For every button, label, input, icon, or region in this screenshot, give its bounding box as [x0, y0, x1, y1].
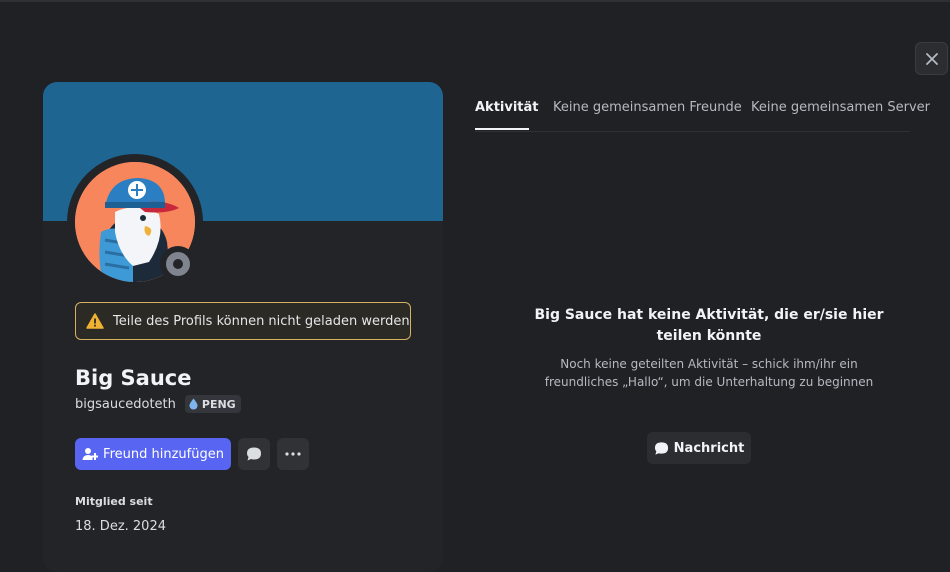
profile-card: Teile des Profils können nicht geladen w…: [43, 82, 443, 572]
username-row: bigsaucedoteth PENG: [75, 395, 241, 413]
profile-tabs: Aktivität Keine gemeinsamen Freunde Kein…: [475, 100, 930, 132]
warning-icon: [86, 313, 104, 329]
status-indicator: [160, 246, 196, 282]
chat-bubble-icon: [654, 441, 669, 456]
member-since-label: Mitglied seit: [75, 495, 153, 508]
more-icon: [285, 452, 301, 456]
message-button[interactable]: [238, 438, 270, 470]
profile-load-warning: Teile des Profils können nicht geladen w…: [75, 302, 411, 340]
username[interactable]: bigsaucedoteth: [75, 397, 176, 412]
window-top-border: [0, 0, 950, 2]
more-options-button[interactable]: [277, 438, 309, 470]
empty-state-subtitle: Noch keine geteilten Aktivität – schick …: [544, 357, 874, 389]
close-button[interactable]: [915, 42, 948, 75]
add-friend-label: Freund hinzufügen: [103, 446, 224, 462]
warning-text: Teile des Profils können nicht geladen w…: [113, 313, 410, 329]
tab-mutual-friends[interactable]: Keine gemeinsamen Freunde: [553, 100, 742, 115]
active-tab-indicator: [475, 128, 529, 130]
server-tag-label: PENG: [201, 397, 236, 411]
profile-actions: Freund hinzufügen: [75, 438, 309, 470]
close-icon: [925, 52, 938, 65]
empty-state-title: Big Sauce hat keine Aktivität, die er/si…: [534, 307, 884, 344]
offline-status-icon: [166, 252, 190, 276]
add-friend-button[interactable]: Freund hinzufügen: [75, 438, 231, 470]
chat-bubble-icon: [247, 447, 261, 461]
drop-icon: [188, 398, 199, 410]
server-tag-badge[interactable]: PENG: [184, 395, 241, 413]
tab-mutual-servers[interactable]: Keine gemeinsamen Server: [751, 100, 930, 115]
member-since-date: 18. Dez. 2024: [75, 519, 166, 534]
add-user-icon: [82, 447, 99, 461]
display-name: Big Sauce: [75, 366, 192, 390]
tab-activity[interactable]: Aktivität: [475, 100, 539, 115]
send-message-label: Nachricht: [673, 440, 745, 456]
send-message-button[interactable]: Nachricht: [647, 432, 751, 464]
avatar-frame: [67, 154, 203, 290]
